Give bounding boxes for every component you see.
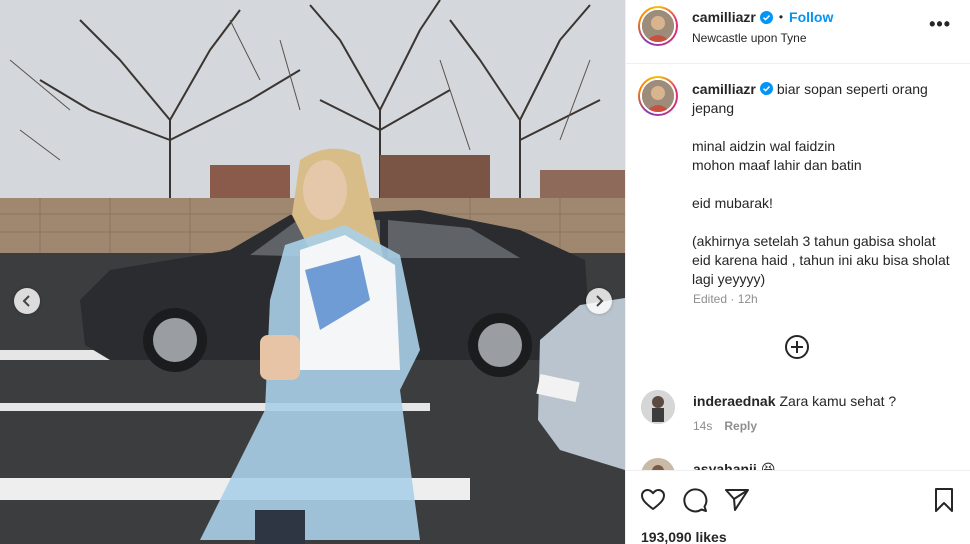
plus-circle-icon[interactable] [784, 334, 810, 360]
paper-plane-icon[interactable] [724, 487, 750, 513]
bookmark-icon[interactable] [931, 487, 957, 513]
comment-item: inderaednak Zara kamu sehat ? [693, 393, 896, 409]
street-photo-scene [0, 0, 625, 544]
chevron-left-icon [22, 295, 30, 307]
commenter-avatar[interactable] [641, 390, 675, 424]
comment-time: 14s [693, 419, 713, 433]
author-avatar[interactable] [638, 6, 678, 46]
follow-button[interactable]: Follow [789, 9, 833, 25]
post-action-bar: 193,090 likes [626, 470, 970, 544]
comment-meta: 14s Reply [693, 419, 757, 433]
caption-author-avatar[interactable] [638, 76, 678, 116]
post-header: camilliazr • Follow Newcastle upon Tyne … [626, 0, 970, 64]
caption-edited-time: Edited · 12h [693, 292, 758, 306]
verified-badge-icon [759, 10, 773, 24]
chevron-right-icon [596, 295, 604, 307]
verified-badge-icon [759, 82, 773, 95]
post-photo[interactable] [0, 0, 625, 544]
post-caption: camilliazr biar sopan seperti orang jepan… [692, 80, 954, 289]
post-details-panel: camilliazr • Follow Newcastle upon Tyne … [625, 0, 970, 544]
previous-photo-button[interactable] [14, 288, 40, 314]
caption-line: mohon maaf lahir dan batin [692, 157, 862, 173]
next-photo-button[interactable] [586, 288, 612, 314]
post-location[interactable]: Newcastle upon Tyne [692, 31, 807, 45]
comment-username[interactable]: inderaednak [693, 393, 775, 409]
comment-bubble-icon[interactable] [682, 487, 708, 513]
separator-dot: • [778, 10, 784, 24]
author-username[interactable]: camilliazr [692, 9, 756, 25]
caption-line: (akhirnya setelah 3 tahun gabisa sholat … [692, 233, 950, 287]
heart-icon[interactable] [640, 487, 666, 513]
more-options-icon: ••• [929, 14, 951, 34]
caption-line: minal aidzin wal faidzin [692, 138, 836, 154]
caption-line: eid mubarak! [692, 195, 773, 211]
comment-text: Zara kamu sehat ? [779, 393, 897, 409]
caption-username[interactable]: camilliazr [692, 81, 756, 97]
reply-button[interactable]: Reply [724, 419, 757, 433]
more-options-button[interactable]: ••• [929, 14, 951, 35]
likes-count[interactable]: 193,090 likes [641, 529, 727, 544]
